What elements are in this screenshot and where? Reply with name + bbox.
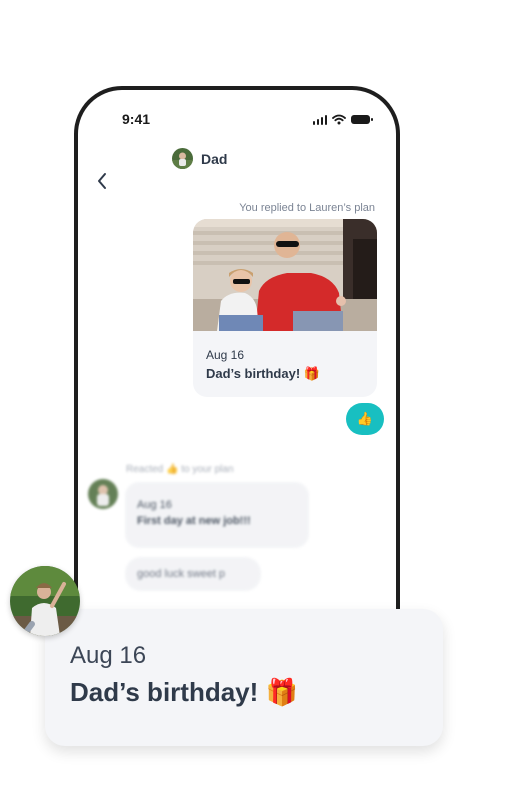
phone-frame: 9:41 Dad You replied to Lauren’s plan Au… (74, 86, 400, 646)
status-icons (312, 114, 373, 125)
battery-icon (351, 115, 373, 124)
contact-avatar (172, 148, 193, 169)
incoming-message-text: good luck sweet p (137, 568, 226, 580)
contact-header[interactable]: Dad (172, 148, 227, 169)
overlay-plan-card[interactable]: Aug 16 Dad’s birthday! 🎁 (45, 609, 443, 746)
thumbs-up-icon[interactable]: 👍 (346, 403, 384, 435)
incoming-message-bubble[interactable]: good luck sweet p (125, 557, 261, 591)
incoming-plan-bubble[interactable]: Aug 16 First day at new job!!! (125, 482, 309, 548)
overlay-avatar (10, 566, 80, 636)
gift-icon: 🎁 (265, 678, 298, 708)
wifi-icon (332, 114, 346, 125)
plan-photo (193, 219, 377, 331)
incoming-plan-title: First day at new job!!! (137, 515, 251, 527)
status-time: 9:41 (122, 111, 151, 127)
overlay-plan-date: Aug 16 (70, 642, 147, 669)
plan-card[interactable]: Aug 16 Dad’s birthday! 🎁 (193, 219, 377, 397)
contact-name: Dad (201, 150, 228, 167)
chevron-left-icon[interactable] (96, 172, 108, 190)
plan-title: Dad’s birthday! 🎁 (206, 366, 320, 382)
reply-note: You replied to Lauren’s plan (239, 202, 375, 214)
plan-date: Aug 16 (206, 348, 245, 362)
incoming-plan-date: Aug 16 (137, 499, 172, 511)
signal-icon (312, 114, 327, 125)
incoming-avatar (88, 479, 118, 509)
reacted-note: Reacted 👍 to your plan (126, 464, 234, 475)
gift-icon: 🎁 (303, 367, 320, 382)
overlay-plan-title: Dad’s birthday! 🎁 (70, 677, 298, 708)
